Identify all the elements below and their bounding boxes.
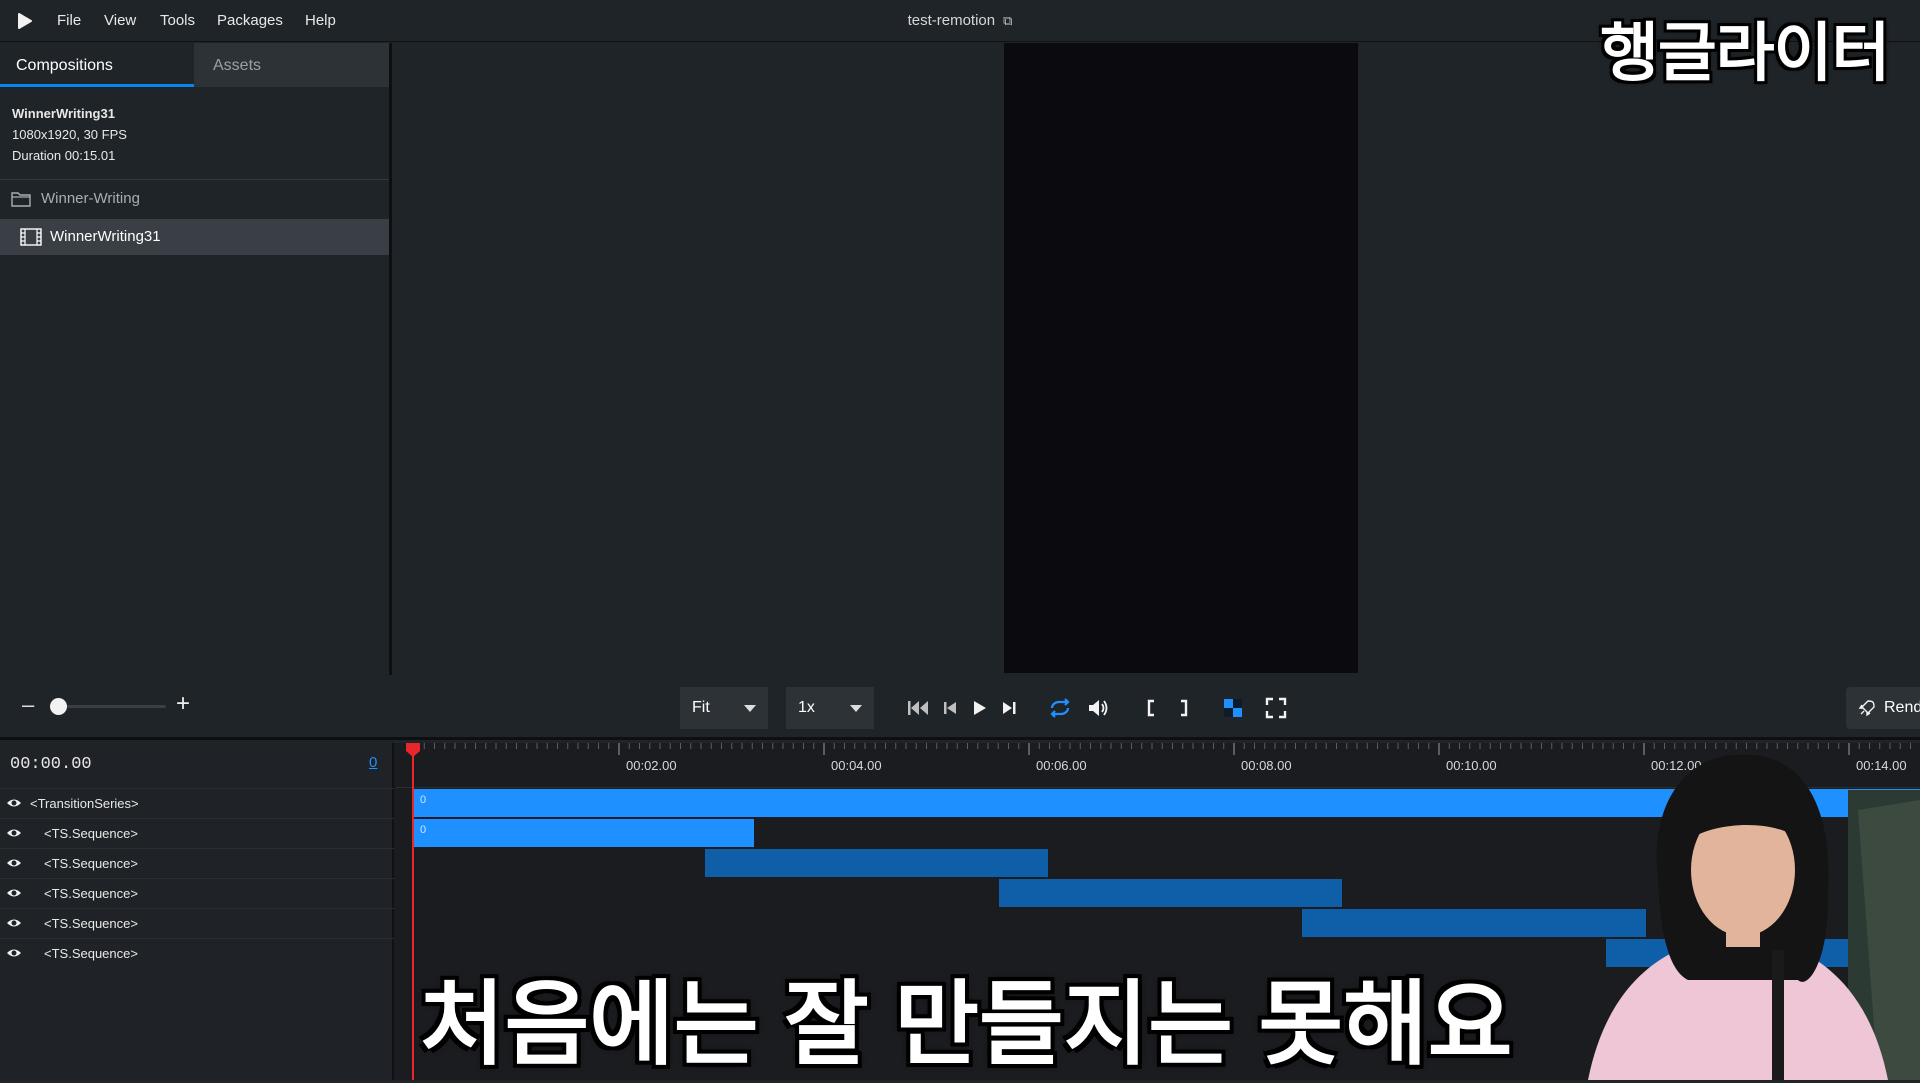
sequence-bar[interactable]: 0 — [414, 819, 754, 847]
layer-label: <TS.Sequence> — [44, 826, 138, 841]
zoom-slider-thumb[interactable] — [50, 698, 67, 715]
folder-label: Winner-Writing — [41, 190, 140, 207]
composition-info: WinnerWriting31 1080x1920, 30 FPS Durati… — [12, 103, 127, 166]
chevron-down-icon — [850, 705, 862, 712]
layer-row[interactable]: <TS.Sequence> — [0, 908, 394, 938]
eye-icon[interactable] — [6, 827, 22, 839]
sequence-bar-label: 0 — [420, 794, 427, 806]
zoom-out-button[interactable]: – — [22, 694, 38, 717]
ruler-tick-label: 00:04.00 — [831, 758, 882, 773]
layer-label: <TS.Sequence> — [44, 916, 138, 931]
sequence-bar[interactable] — [705, 849, 1048, 877]
step-forward-icon[interactable] — [996, 695, 1022, 721]
frame-count[interactable]: 0 — [369, 754, 377, 771]
sequence-bar-label: 0 — [420, 824, 427, 836]
size-select[interactable]: Fit — [680, 687, 768, 729]
loop-icon[interactable] — [1047, 695, 1073, 721]
film-icon — [20, 228, 42, 246]
rocket-icon — [1858, 700, 1875, 717]
composition-item-selected[interactable]: WinnerWriting31 — [0, 219, 389, 255]
preview-area — [395, 43, 1920, 675]
layer-row[interactable]: <TS.Sequence> — [0, 818, 394, 848]
divider — [0, 179, 389, 180]
layer-label: <TS.Sequence> — [44, 886, 138, 901]
composition-item-label: WinnerWriting31 — [50, 228, 161, 245]
step-back-icon[interactable] — [938, 695, 964, 721]
playback-rate-value: 1x — [798, 699, 815, 716]
composition-resolution: 1080x1920, 30 FPS — [12, 127, 127, 142]
composition-name: WinnerWriting31 — [12, 106, 115, 121]
timecode: 00:00.00 — [10, 755, 92, 774]
render-button[interactable]: Render — [1846, 687, 1920, 729]
zoom-slider-track[interactable] — [58, 705, 166, 708]
jump-to-start-icon[interactable] — [905, 695, 931, 721]
compositions-sidebar: Compositions Assets WinnerWriting31 1080… — [0, 43, 392, 675]
zoom-in-button[interactable]: + — [176, 692, 190, 716]
in-point-icon[interactable] — [1139, 695, 1165, 721]
play-icon[interactable] — [966, 695, 992, 721]
eye-icon[interactable] — [6, 857, 22, 869]
channel-name-overlay: 행글라이터 — [1600, 17, 1890, 89]
composition-duration: Duration 00:15.01 — [12, 148, 116, 163]
layer-label: <TransitionSeries> — [30, 796, 139, 811]
eye-icon[interactable] — [6, 887, 22, 899]
layer-row[interactable]: <TS.Sequence> — [0, 848, 394, 878]
layer-row[interactable]: <TS.Sequence> — [0, 878, 394, 908]
ruler-tick-label: 00:06.00 — [1036, 758, 1087, 773]
size-select-value: Fit — [692, 699, 710, 716]
eye-icon[interactable] — [6, 917, 22, 929]
ruler-tick-label: 00:10.00 — [1446, 758, 1497, 773]
chevron-down-icon — [744, 705, 756, 712]
checkerboard-icon[interactable] — [1220, 695, 1246, 721]
render-label: Render — [1884, 699, 1920, 716]
ruler-tick-label: 00:08.00 — [1241, 758, 1292, 773]
tab-assets[interactable]: Assets — [194, 43, 389, 87]
volume-icon[interactable] — [1085, 695, 1111, 721]
project-title-text: test-remotion — [907, 12, 996, 29]
external-link-icon: ⧉ — [1003, 13, 1013, 28]
layer-label: <TS.Sequence> — [44, 856, 138, 871]
out-point-icon[interactable] — [1170, 695, 1196, 721]
tab-compositions[interactable]: Compositions — [0, 43, 194, 87]
subtitle-caption: 처음에는 잘 만들지는 못해요 — [420, 974, 1513, 1076]
sequence-bar[interactable] — [999, 879, 1342, 907]
eye-icon[interactable] — [6, 797, 22, 809]
fullscreen-icon[interactable] — [1263, 695, 1289, 721]
ruler-tick-label: 00:02.00 — [626, 758, 677, 773]
layer-row[interactable]: <TransitionSeries> — [0, 788, 394, 818]
playback-rate-select[interactable]: 1x — [786, 687, 874, 729]
video-canvas[interactable] — [1004, 43, 1358, 673]
folder-icon — [11, 192, 31, 207]
folder-winner-writing[interactable]: Winner-Writing — [0, 181, 389, 217]
